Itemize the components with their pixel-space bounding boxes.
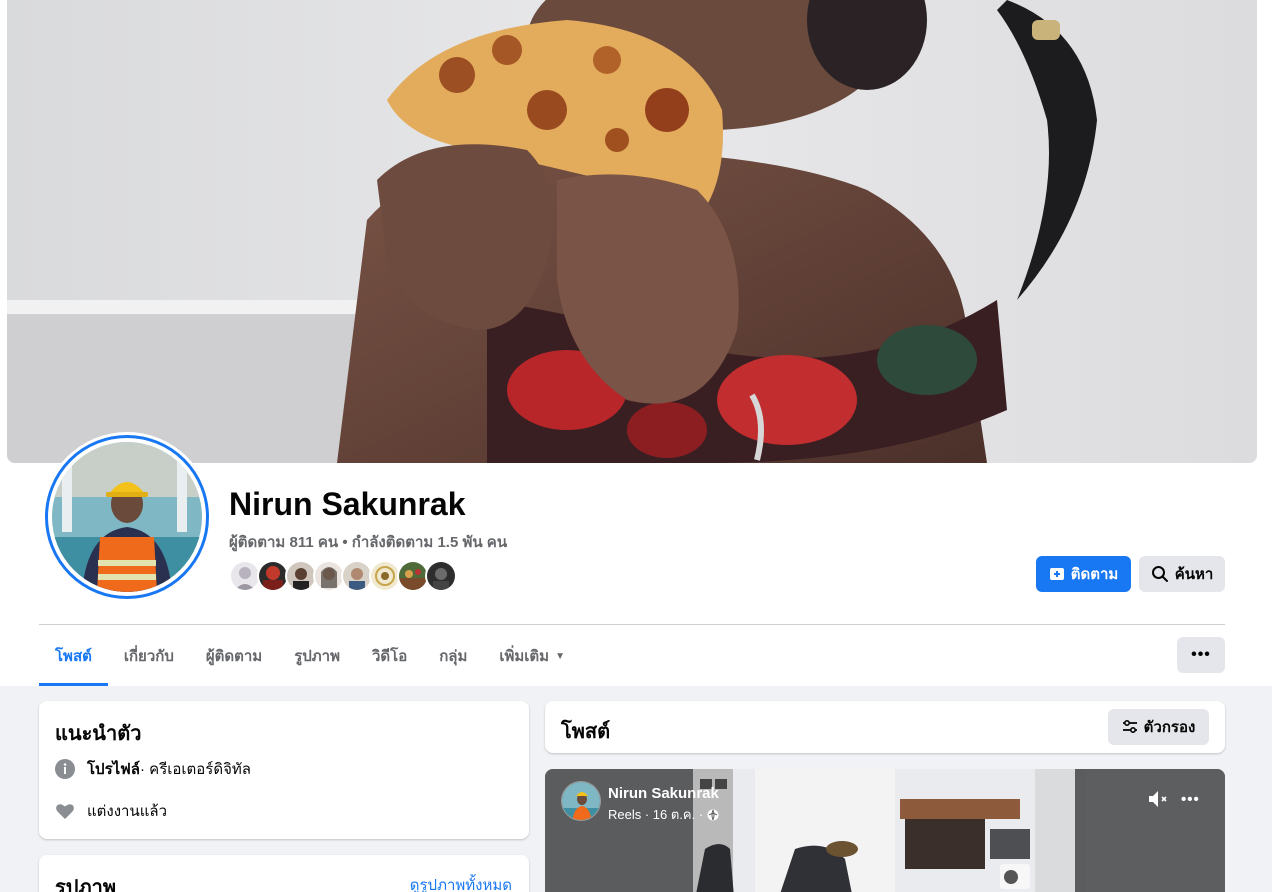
heart-icon — [56, 804, 74, 819]
reel-author-name[interactable]: Nirun Sakunrak — [608, 785, 719, 802]
follow-button[interactable]: ติดตาม — [1036, 556, 1131, 592]
profile-name: Nirun Sakunrak — [229, 486, 466, 522]
see-all-photos-link[interactable]: ดูรูปภาพทั้งหมด — [410, 873, 512, 892]
posts-title: โพสต์ — [561, 721, 611, 743]
profile-tabs: โพสต์ เกี่ยวกับ ผู้ติดตาม รูปภาพ วิดีโอ … — [39, 626, 581, 686]
reel-post[interactable]: Nirun Sakunrak Reels · 16 ต.ค. · ••• — [545, 769, 1225, 892]
follow-label: ติดตาม — [1070, 566, 1119, 583]
header-divider — [39, 624, 1225, 625]
tab-photos[interactable]: รูปภาพ — [278, 626, 356, 686]
intro-relationship: แต่งงานแล้ว — [87, 803, 168, 820]
follower-stats[interactable]: ผู้ติดตาม 811 คน • กำลังติดตาม 1.5 พัน ค… — [229, 530, 507, 554]
intro-profile-row: โปรไฟล์ · ครีเอเตอร์ดิจิทัล — [55, 757, 251, 781]
search-button[interactable]: ค้นหา — [1139, 556, 1225, 592]
tab-more-label: เพิ่มเติม — [499, 648, 550, 665]
tab-about[interactable]: เกี่ยวกับ — [108, 626, 190, 686]
tab-more[interactable]: เพิ่มเติม ▼ — [483, 626, 581, 686]
globe-icon[interactable] — [707, 809, 719, 821]
intro-profile-detail: · ครีเอเตอร์ดิจิทัล — [140, 761, 251, 778]
follow-icon — [1049, 568, 1064, 580]
posts-header: โพสต์ ตัวกรอง — [545, 701, 1225, 753]
tab-groups[interactable]: กลุ่ม — [423, 626, 483, 686]
filter-button[interactable]: ตัวกรอง — [1108, 709, 1209, 745]
filter-icon — [1122, 719, 1137, 734]
photos-title: รูปภาพ — [55, 877, 117, 892]
intro-profile-label: โปรไฟล์ — [87, 761, 140, 778]
tab-posts[interactable]: โพสต์ — [39, 626, 108, 686]
intro-card: แนะนำตัว โปรไฟล์ · ครีเอเตอร์ดิจิทัล แต่… — [39, 701, 529, 839]
profile-avatar[interactable] — [42, 432, 212, 602]
info-icon — [55, 759, 75, 779]
mute-icon[interactable] — [1147, 789, 1171, 814]
photos-card: รูปภาพ ดูรูปภาพทั้งหมด — [39, 855, 529, 892]
reel-more-button[interactable]: ••• — [1181, 791, 1200, 808]
reel-author-avatar[interactable] — [561, 781, 601, 821]
reel-meta: Reels · 16 ต.ค. · — [608, 804, 719, 825]
reel-meta-text: Reels · 16 ต.ค. · — [608, 807, 704, 822]
more-options-button[interactable]: ••• — [1177, 637, 1225, 673]
tab-videos[interactable]: วิดีโอ — [356, 626, 423, 686]
intro-relationship-row: แต่งงานแล้ว — [55, 799, 167, 823]
intro-title: แนะนำตัว — [55, 723, 142, 745]
follower-avatars[interactable] — [229, 560, 457, 592]
tab-followers[interactable]: ผู้ติดตาม — [190, 626, 278, 686]
cover-photo[interactable] — [7, 0, 1257, 463]
search-label: ค้นหา — [1174, 566, 1214, 583]
follower-avatar[interactable] — [425, 560, 457, 592]
caret-down-icon: ▼ — [555, 650, 565, 662]
search-icon — [1151, 566, 1168, 582]
filter-label: ตัวกรอง — [1143, 719, 1196, 736]
